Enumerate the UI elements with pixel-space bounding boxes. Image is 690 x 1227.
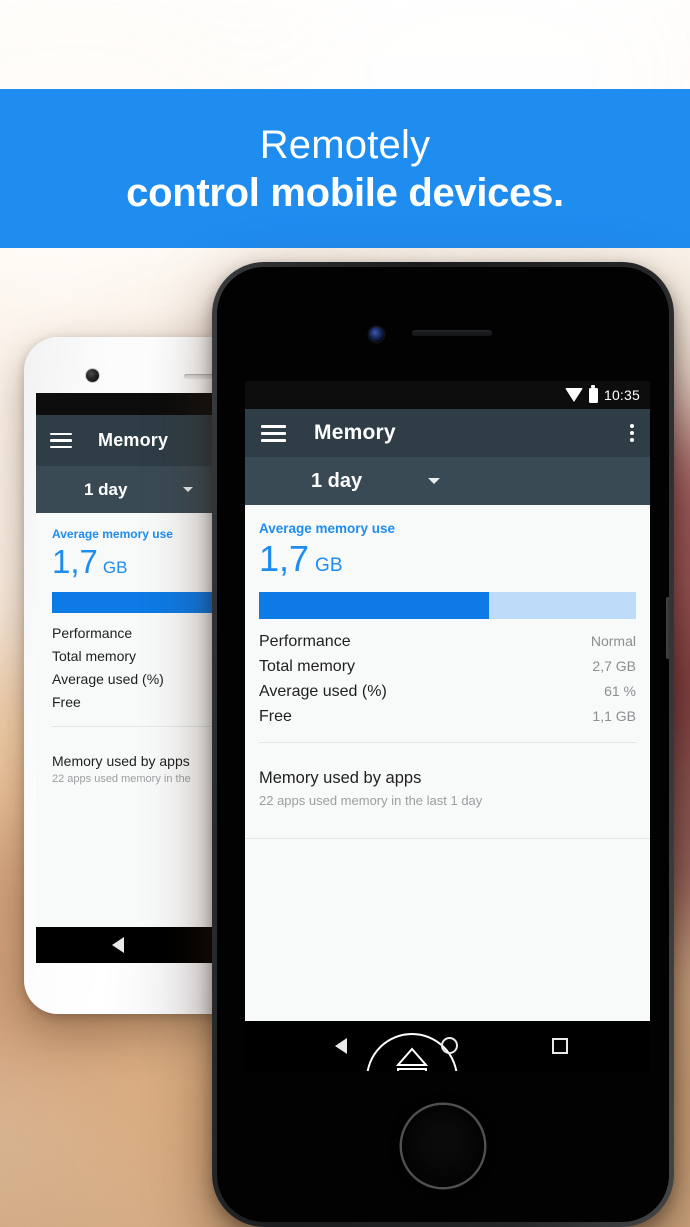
memory-value-number: 1,7 <box>259 538 310 579</box>
stat-value: 61 % <box>604 683 636 699</box>
memory-progress-bar <box>259 592 636 619</box>
hamburger-menu-icon[interactable] <box>50 432 72 449</box>
stat-key: Average used (%) <box>52 671 164 687</box>
wifi-icon <box>564 388 583 402</box>
status-bar: 10:35 <box>245 381 650 409</box>
stat-key: Performance <box>52 625 133 641</box>
stat-key: Total memory <box>52 648 137 664</box>
stat-key: Free <box>52 694 81 710</box>
apps-section-title: Memory used by apps <box>259 769 422 787</box>
phone-back-title: Memory <box>98 430 169 450</box>
table-row: Average used (%) 61 % <box>259 683 636 701</box>
period-selector-label: 1 day <box>311 469 363 492</box>
phone-front-screen: 10:35 Memory 1 day Average memory use 1,… <box>245 381 650 1071</box>
chevron-down-icon <box>428 478 441 484</box>
phone-back-memory-number: 1,7 <box>52 543 98 580</box>
section-divider <box>259 742 636 743</box>
period-selector[interactable]: 1 day <box>245 457 650 505</box>
battery-icon <box>588 384 598 403</box>
app-content: Average memory use 1,7 GB Performance No… <box>245 505 650 1021</box>
banner-line-2: control mobile devices. <box>126 170 564 215</box>
power-button[interactable] <box>666 597 669 659</box>
back-triangle-icon[interactable] <box>335 1038 347 1054</box>
memory-card-label: Average memory use <box>259 521 396 536</box>
table-row: Free 1,1 GB <box>259 708 636 726</box>
stat-value: Normal <box>590 633 636 649</box>
banner-line-1: Remotely <box>259 122 431 167</box>
home-circle-icon[interactable] <box>441 1037 458 1054</box>
memory-value-unit: GB <box>315 555 343 576</box>
phone-back-period-label: 1 day <box>84 479 128 499</box>
memory-stat-rows: Performance Normal Total memory 2,7 GB A… <box>259 633 636 726</box>
hamburger-menu-icon[interactable] <box>261 424 286 442</box>
earpiece-speaker-icon <box>412 330 492 336</box>
stat-key: Average used (%) <box>259 683 387 700</box>
recents-square-icon[interactable] <box>552 1038 568 1054</box>
memory-progress-fill <box>259 592 489 619</box>
stat-value: 2,7 GB <box>592 658 636 674</box>
memory-value: 1,7 GB <box>259 538 636 580</box>
apps-section-subtitle: 22 apps used memory in the last 1 day <box>259 793 483 808</box>
more-vertical-icon[interactable] <box>630 424 634 442</box>
table-row: Total memory 2,7 GB <box>259 658 636 676</box>
table-row: Performance Normal <box>259 633 636 651</box>
promo-banner: Remotely control mobile devices. <box>0 89 690 248</box>
memory-card: Average memory use 1,7 GB Performance No… <box>245 505 650 755</box>
home-button[interactable] <box>402 1105 484 1187</box>
stat-key: Total memory <box>259 658 356 675</box>
phone-front-glass: 10:35 Memory 1 day Average memory use 1,… <box>217 267 669 1222</box>
apps-section[interactable]: Memory used by apps 22 apps used memory … <box>245 755 650 822</box>
status-bar-time: 10:35 <box>603 387 640 403</box>
stat-key: Free <box>259 708 292 725</box>
phone-back-memory-unit: GB <box>102 558 128 577</box>
back-triangle-icon[interactable] <box>112 937 124 953</box>
android-nav-bar <box>245 1021 650 1071</box>
stat-value: 1,1 GB <box>592 708 636 724</box>
empty-content-area <box>245 839 650 1021</box>
front-camera-icon <box>369 327 384 342</box>
app-toolbar: Memory <box>245 409 650 457</box>
stat-key: Performance <box>259 633 351 650</box>
front-camera-icon <box>86 369 99 382</box>
page-title: Memory <box>314 421 396 444</box>
foreground-phone-black: 10:35 Memory 1 day Average memory use 1,… <box>212 262 674 1227</box>
chevron-down-icon <box>183 487 194 492</box>
